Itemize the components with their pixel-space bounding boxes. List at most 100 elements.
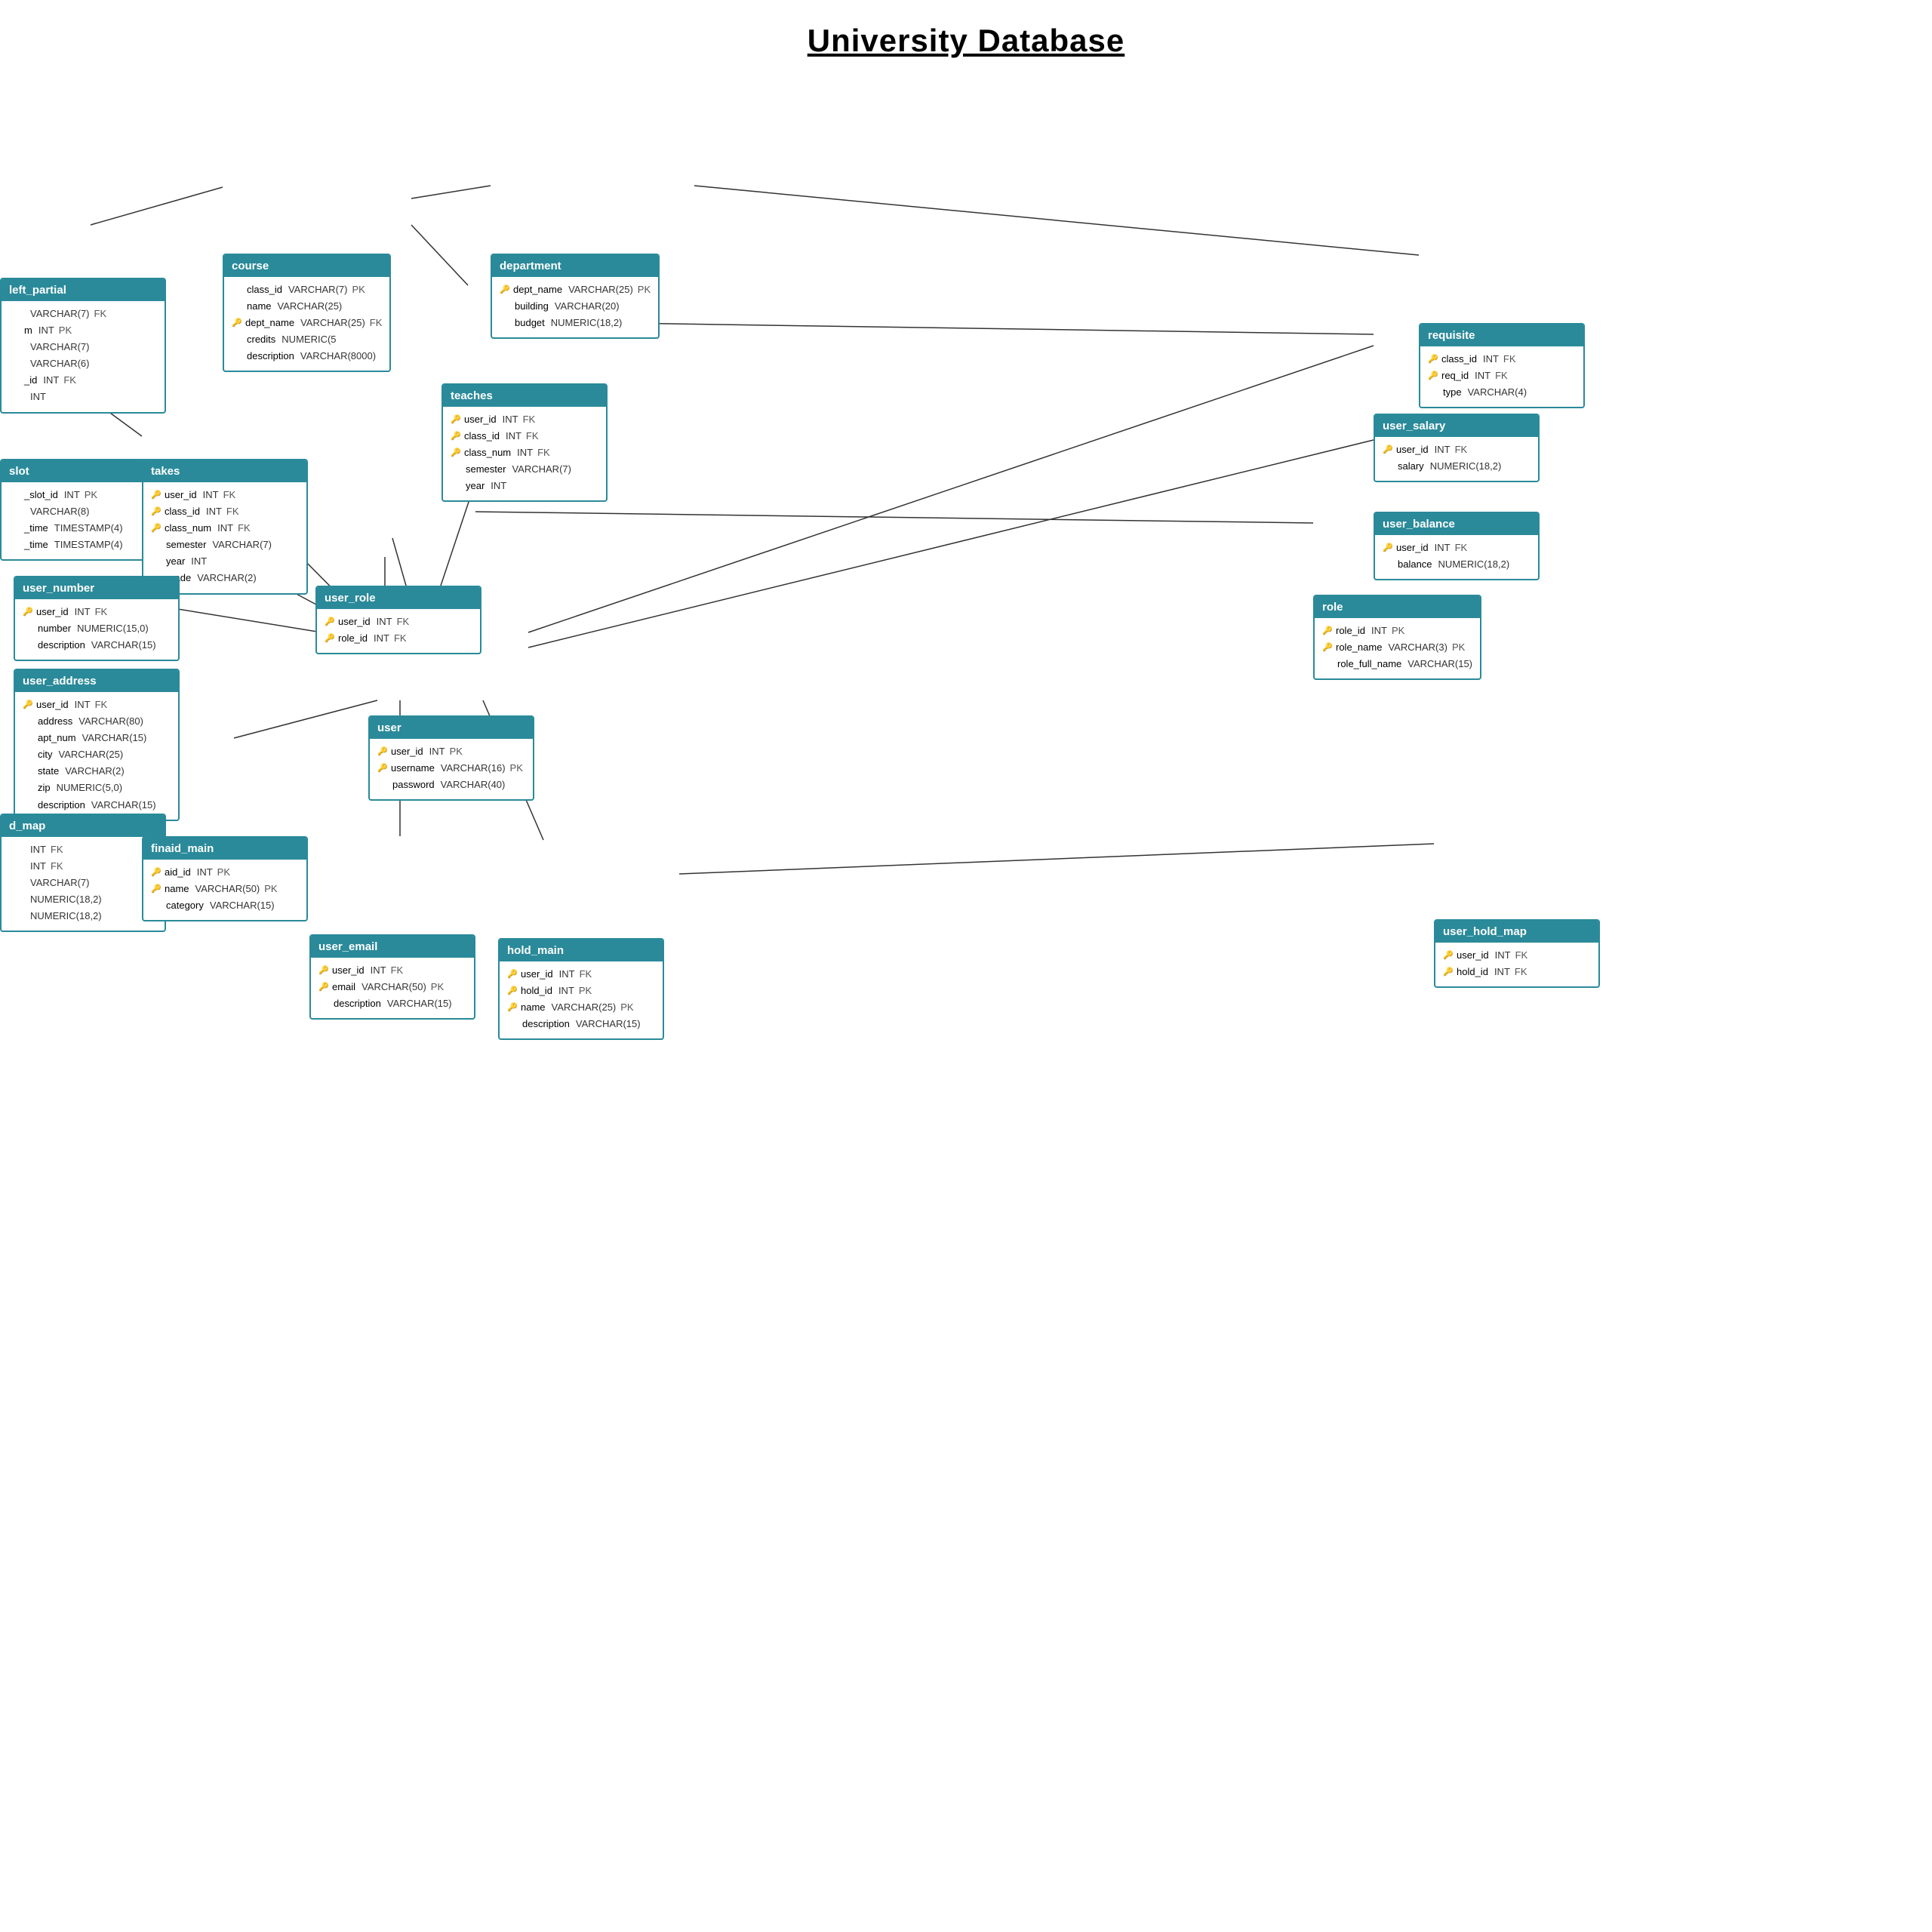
field-tag: FK [94, 306, 107, 322]
table-body-user_address: 🔑user_idINTFKaddressVARCHAR(80)apt_numVA… [15, 692, 178, 820]
table-slot: slot_slot_idINTPKVARCHAR(8)_timeTIMESTAM… [0, 459, 166, 561]
field-type: INT [30, 858, 46, 875]
field-name: number [38, 620, 71, 637]
table-body-d_map: INTFKINTFKVARCHAR(7)NUMERIC(18,2)NUMERIC… [2, 837, 165, 931]
field-type: VARCHAR(2) [65, 763, 125, 780]
field-tag: FK [238, 520, 251, 537]
field-name: salary [1398, 458, 1424, 475]
field-row: 🔑hold_idINTFK [1443, 964, 1591, 980]
field-row: categoryVARCHAR(15) [151, 897, 299, 914]
field-type: VARCHAR(6) [30, 355, 90, 372]
field-type: VARCHAR(50) [195, 881, 260, 897]
table-body-teaches: 🔑user_idINTFK🔑class_idINTFK🔑class_numINT… [443, 407, 606, 500]
field-type: INT [75, 697, 91, 713]
field-tag: FK [1503, 351, 1516, 368]
table-left_partial: left_partialVARCHAR(7)FKmINTPKVARCHAR(7)… [0, 278, 166, 414]
table-hold_main: hold_main 🔑user_idINTFK🔑hold_idINTPK🔑name… [498, 938, 664, 1040]
field-name: hold_id [521, 983, 552, 999]
field-tag: PK [620, 999, 633, 1016]
field-type: INT [1371, 623, 1387, 639]
field-row: typeVARCHAR(4) [1428, 384, 1576, 401]
field-row: VARCHAR(7)FK [9, 306, 157, 322]
field-row: 🔑user_idINTFK [451, 411, 598, 428]
key-icon: 🔑 [151, 882, 162, 897]
table-body-user_number: 🔑user_idINTFKnumberNUMERIC(15,0)descript… [15, 599, 178, 660]
field-name: role_full_name [1337, 656, 1401, 672]
field-row: zipNUMERIC(5,0) [23, 780, 171, 796]
table-user_address: user_address🔑user_idINTFKaddressVARCHAR(… [14, 669, 180, 821]
field-name: year [466, 478, 485, 494]
table-body-department: 🔑dept_nameVARCHAR(25)PKbuildingVARCHAR(2… [492, 277, 658, 337]
field-row: 🔑hold_idINTPK [507, 983, 655, 999]
field-row: 🔑user_idINTPK [377, 743, 525, 760]
table-header-user_balance: user_balance [1375, 513, 1538, 535]
field-name: credits [247, 331, 275, 348]
field-type: INT [43, 372, 59, 389]
field-row: _idINTFK [9, 372, 157, 389]
key-icon: 🔑 [1443, 965, 1454, 980]
field-row: salary NUMERIC(18,2) [1383, 458, 1531, 475]
field-name: role_name [1336, 639, 1382, 656]
field-type: VARCHAR(3) [1388, 639, 1447, 656]
field-tag: PK [431, 979, 444, 995]
field-row: stateVARCHAR(2) [23, 763, 171, 780]
key-icon: 🔑 [1383, 541, 1393, 555]
field-type: INT [217, 520, 233, 537]
table-header-hold_main: hold_main [500, 940, 663, 961]
field-type: INT [75, 604, 91, 620]
key-icon: 🔑 [23, 698, 33, 712]
field-type: INT [1494, 964, 1510, 980]
field-name: building [515, 298, 549, 315]
table-body-user_role: 🔑user_idINTFK🔑role_idINTFK [317, 609, 480, 653]
field-type: VARCHAR(25) [552, 999, 617, 1016]
field-row: creditsNUMERIC(5 [232, 331, 382, 348]
key-icon: 🔑 [318, 964, 329, 978]
field-type: NUMERIC(5,0) [57, 780, 122, 796]
field-name: user_id [36, 697, 69, 713]
table-body-user_balance: 🔑user_idINTFKbalanceNUMERIC(18,2) [1375, 535, 1538, 579]
field-row: yearINT [451, 478, 598, 494]
field-tag: PK [352, 281, 365, 298]
field-row: _slot_idINTPK [9, 487, 157, 503]
field-row: 🔑class_idINTFK [151, 503, 299, 520]
field-row: budgetNUMERIC(18,2) [500, 315, 651, 331]
field-name: user_id [1457, 947, 1489, 964]
field-row: 🔑aid_idINTPK [151, 864, 299, 881]
field-name: dept_name [513, 281, 562, 298]
field-row: INTFK [9, 841, 157, 858]
table-requisite: requisite🔑class_idINTFK🔑req_idINTFKtypeV… [1419, 323, 1585, 408]
field-type: INT [374, 630, 389, 647]
field-row: INTFK [9, 858, 157, 875]
field-row: 🔑user_idINTFK [507, 966, 655, 983]
field-type: VARCHAR(7) [30, 339, 90, 355]
field-type: VARCHAR(15) [387, 995, 452, 1012]
key-icon: 🔑 [151, 521, 162, 536]
field-type: NUMERIC(18,2) [1430, 458, 1502, 475]
table-teaches: teaches🔑user_idINTFK🔑class_idINTFK🔑class… [441, 383, 608, 502]
table-user_balance: user_balance🔑user_idINTFKbalanceNUMERIC(… [1374, 512, 1540, 580]
field-type: NUMERIC(18,2) [30, 908, 102, 924]
field-name: description [38, 637, 85, 654]
field-type: VARCHAR(15) [82, 730, 147, 746]
field-tag: FK [95, 604, 108, 620]
field-row: VARCHAR(6) [9, 355, 157, 372]
table-header-role: role [1315, 596, 1480, 618]
field-row: descriptionVARCHAR(15) [507, 1016, 655, 1032]
table-user_email: user_email🔑user_idINTFK🔑emailVARCHAR(50)… [309, 934, 475, 1020]
field-name: user_id [1396, 441, 1429, 458]
field-tag: FK [223, 487, 236, 503]
table-body-left_partial: VARCHAR(7)FKmINTPKVARCHAR(7)VARCHAR(6)_i… [2, 301, 165, 412]
key-icon: 🔑 [507, 968, 518, 982]
field-name: hold_id [1457, 964, 1488, 980]
field-name: role_id [338, 630, 368, 647]
field-type: VARCHAR(40) [441, 777, 506, 793]
field-type: VARCHAR(7) [512, 461, 571, 478]
field-tag: PK [638, 281, 651, 298]
field-tag: PK [510, 760, 523, 777]
key-icon: 🔑 [1443, 949, 1454, 963]
field-row: VARCHAR(7) [9, 875, 157, 891]
field-row: 🔑nameVARCHAR(25)PK [507, 999, 655, 1016]
diagram-container: courseclass_idVARCHAR(7)PKnameVARCHAR(25… [0, 74, 1932, 1885]
field-tag: FK [1495, 368, 1508, 384]
table-body-course: class_idVARCHAR(7)PKnameVARCHAR(25)🔑dept… [224, 277, 389, 371]
